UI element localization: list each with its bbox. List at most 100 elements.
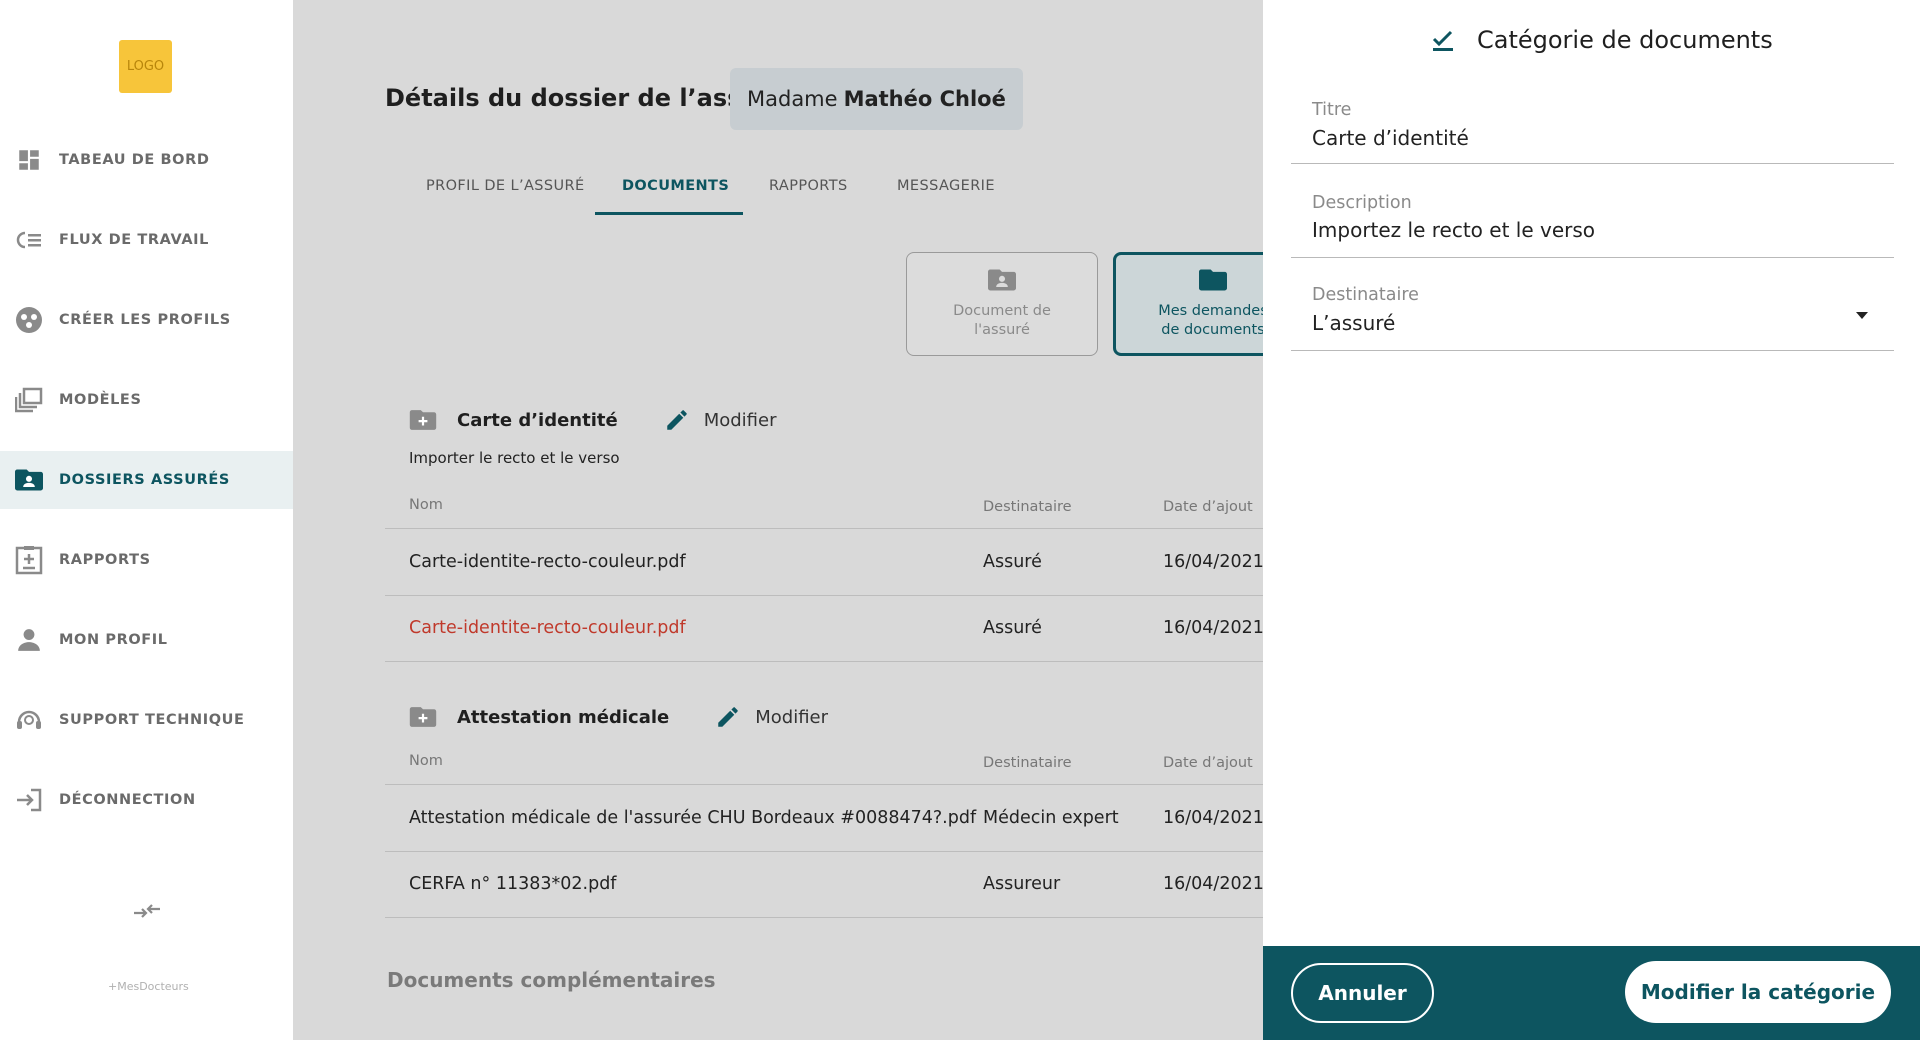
section-subtitle: Importer le recto et le verso [409, 449, 620, 467]
sidebar-item-reports[interactable]: RAPPORTS [0, 531, 293, 589]
insured-document-card[interactable]: Document de l'assuré [906, 252, 1098, 356]
column-header-date: Date d’ajout [1163, 755, 1253, 771]
modify-label: Modifier [755, 706, 829, 728]
sidebar-item-label: RAPPORTS [59, 552, 151, 568]
insured-name: Mathéo Chloé [843, 87, 1006, 111]
divider [385, 595, 1263, 596]
file-link[interactable]: Carte-identite-recto-couleur.pdf [409, 552, 686, 572]
sidebar-item-logout[interactable]: DÉCONNECTION [0, 771, 293, 829]
modify-label: Modifier [703, 409, 777, 431]
column-header-recipient: Destinataire [983, 755, 1072, 771]
sidebar-item-label: DOSSIERS ASSURÉS [59, 472, 230, 488]
tab-reports[interactable]: RAPPORTS [769, 178, 848, 194]
templates-icon [14, 385, 44, 415]
modify-category-button[interactable]: Modifier la catégorie [1625, 961, 1891, 1023]
sidebar-item-label: MODÈLES [59, 392, 142, 408]
insured-name-chip: Madame Mathéo Chloé [730, 68, 1023, 130]
file-link[interactable]: CERFA n° 11383*02.pdf [409, 874, 616, 894]
chevron-down-icon[interactable] [1856, 312, 1868, 319]
main-content: Détails du dossier de l’assuré Madame Ma… [293, 0, 1263, 1040]
dashboard-icon [14, 145, 44, 175]
profiles-icon [14, 305, 44, 335]
folder-icon [1199, 269, 1227, 291]
category-edit-panel: Catégorie de documents Titre Carte d’ide… [1263, 0, 1920, 1040]
file-date: 16/04/2021 [1163, 618, 1263, 638]
logo: LOGO [119, 40, 172, 93]
collapse-sidebar-icon[interactable] [132, 896, 162, 926]
card-label-line1: Mes demandes [1158, 303, 1263, 319]
sidebar-item-dashboard[interactable]: TABEAU DE BORD [0, 131, 293, 189]
pencil-icon [666, 410, 687, 430]
sidebar-item-label: MON PROFIL [59, 632, 168, 648]
card-label-line1: Document de [953, 303, 1051, 319]
file-recipient: Assuré [983, 618, 1042, 638]
file-recipient: Assuré [983, 552, 1042, 572]
file-link-error[interactable]: Carte-identite-recto-couleur.pdf [409, 618, 686, 638]
panel-title: Catégorie de documents [1477, 26, 1773, 54]
card-label-line2: de documents [1161, 322, 1263, 338]
pencil-icon [718, 707, 739, 727]
panel-footer: Annuler Modifier la catégorie [1263, 946, 1920, 1040]
sidebar-item-label: DÉCONNECTION [59, 792, 196, 808]
sidebar-item-label: TABEAU DE BORD [59, 152, 210, 168]
workflow-icon [14, 225, 44, 255]
recipient-select[interactable]: Destinataire L’assuré [1291, 279, 1894, 351]
sidebar-item-my-profile[interactable]: MON PROFIL [0, 611, 293, 669]
page-title: Détails du dossier de l’assuré [385, 84, 787, 112]
my-document-requests-card[interactable]: Mes demandes de documents [1113, 252, 1263, 356]
modify-button[interactable]: Modifier [715, 704, 828, 730]
file-recipient: Assureur [983, 874, 1061, 894]
report-icon [14, 545, 44, 575]
support-icon [14, 705, 44, 735]
column-header-recipient: Destinataire [983, 499, 1072, 515]
field-value: Importez le recto et le verso [1312, 218, 1596, 242]
file-recipient: Médecin expert [983, 808, 1119, 828]
sidebar-item-label: FLUX DE TRAVAIL [59, 232, 210, 248]
section-title: Attestation médicale [457, 706, 670, 728]
field-value: Carte d’identité [1312, 126, 1469, 150]
divider [385, 851, 1263, 852]
title-field[interactable]: Titre Carte d’identité [1291, 92, 1894, 164]
tab-insured-profile[interactable]: PROFIL DE L’ASSURÉ [426, 178, 585, 194]
file-date: 16/04/2021 [1163, 874, 1263, 894]
file-link[interactable]: Attestation médicale de l'assurée CHU Bo… [409, 808, 976, 828]
sidebar-item-insured-files[interactable]: DOSSIERS ASSURÉS [0, 451, 293, 509]
sidebar-item-create-profiles[interactable]: CRÉER LES PROFILS [0, 291, 293, 349]
column-header-name: Nom [409, 497, 443, 513]
section-header-medical-certificate: Attestation médicale Modifier [409, 704, 828, 730]
add-folder-icon [409, 410, 437, 430]
person-icon [14, 625, 44, 655]
sidebar: LOGO TABEAU DE BORD FLUX DE TRAVAIL CRÉE… [0, 0, 293, 1040]
panel-header: Catégorie de documents [1431, 26, 1773, 54]
section-title: Carte d’identité [457, 409, 618, 431]
add-folder-icon [409, 707, 437, 727]
field-label: Titre [1312, 100, 1352, 120]
tab-messaging[interactable]: MESSAGERIE [897, 178, 995, 194]
column-header-date: Date d’ajout [1163, 499, 1253, 515]
divider [385, 661, 1263, 662]
sidebar-item-label: CRÉER LES PROFILS [59, 312, 231, 328]
sidebar-item-templates[interactable]: MODÈLES [0, 371, 293, 429]
sidebar-item-label: SUPPORT TECHNIQUE [59, 712, 245, 728]
tab-documents[interactable]: DOCUMENTS [622, 178, 729, 194]
complementary-documents-title: Documents complémentaires [387, 968, 716, 992]
checklist-icon [1432, 30, 1453, 51]
field-value: L’assuré [1312, 311, 1396, 335]
logout-icon [14, 785, 44, 815]
cancel-button[interactable]: Annuler [1291, 963, 1434, 1023]
brand-name: MesDocteurs [117, 980, 189, 993]
folder-person-icon [14, 465, 44, 495]
divider [385, 917, 1263, 918]
modify-button[interactable]: Modifier [664, 407, 777, 433]
divider [385, 528, 1263, 529]
description-field[interactable]: Description Importez le recto et le vers… [1291, 186, 1894, 258]
folder-person-icon [988, 269, 1016, 291]
divider [385, 784, 1263, 785]
section-header-identity-card: Carte d’identité Modifier [409, 407, 777, 433]
file-date: 16/04/2021 [1163, 552, 1263, 572]
column-header-name: Nom [409, 753, 443, 769]
field-label: Description [1312, 193, 1412, 213]
card-label-line2: l'assuré [974, 322, 1030, 338]
sidebar-item-workflow[interactable]: FLUX DE TRAVAIL [0, 211, 293, 269]
sidebar-item-support[interactable]: SUPPORT TECHNIQUE [0, 691, 293, 749]
